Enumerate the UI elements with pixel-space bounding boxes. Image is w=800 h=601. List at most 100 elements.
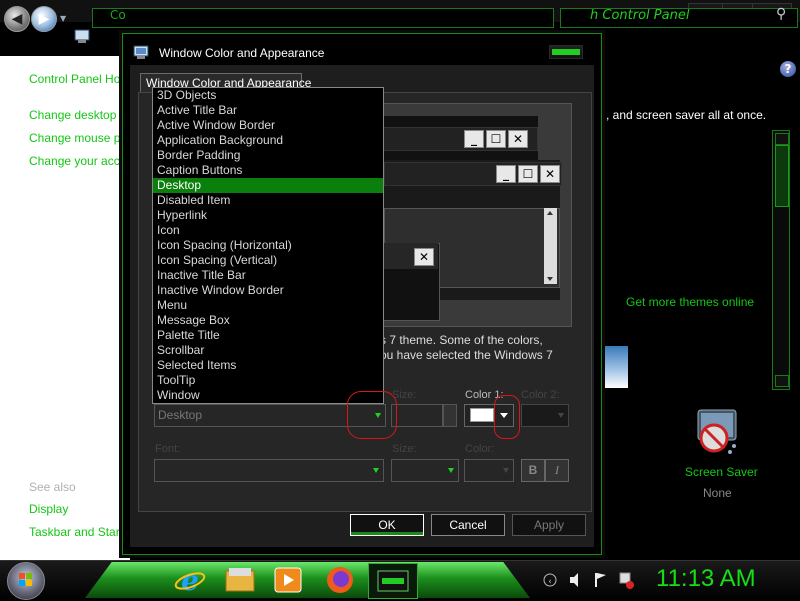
sidebar-link-account-picture[interactable]: Change your acco (29, 154, 126, 168)
chevron-down-icon (503, 467, 509, 473)
color2-picker-button[interactable] (521, 404, 569, 427)
forward-button[interactable]: ▶ (31, 6, 57, 32)
dropdown-item-icon-spacing-horizontal[interactable]: Icon Spacing (Horizontal) (153, 238, 383, 253)
system-tray: ‹ (543, 572, 634, 589)
personalization-description: , and screen saver all at once. (606, 108, 767, 122)
preview-message-titlebar: ✕ (382, 243, 438, 269)
chevron-down-icon (448, 467, 454, 473)
dropdown-item-scrollbar[interactable]: Scrollbar (153, 343, 383, 358)
taskbar-decoration (85, 562, 530, 598)
sidebar-link-desktop-icons[interactable]: Change desktop i (29, 108, 122, 122)
font-label: Font: (155, 443, 181, 455)
dropdown-item-selected-items[interactable]: Selected Items (153, 358, 383, 373)
screen-saver-label[interactable]: Screen Saver (685, 465, 758, 479)
get-more-themes-link[interactable]: Get more themes online (626, 295, 754, 309)
dropdown-item-palette-title[interactable]: Palette Title (153, 328, 383, 343)
sidebar-link-control-panel-home[interactable]: Control Panel Ho (29, 72, 120, 86)
dropdown-item-menu[interactable]: Menu (153, 298, 383, 313)
network-icon[interactable] (619, 572, 634, 589)
control-panel-icon (74, 29, 90, 43)
internet-explorer-icon[interactable]: e (174, 565, 206, 595)
annotation-circle-color-arrow (494, 395, 520, 439)
appearance-description: s 7 theme. Some of the colors, ou have s… (380, 333, 553, 363)
cancel-button[interactable]: Cancel (431, 514, 505, 536)
ok-button[interactable]: OK (350, 514, 424, 536)
address-text: Co (110, 8, 126, 22)
dropdown-item-3d-objects[interactable]: 3D Objects (153, 88, 383, 103)
preview-active-close-icon: ✕ (540, 165, 560, 183)
media-player-icon[interactable] (272, 565, 304, 595)
themes-list[interactable] (604, 130, 772, 390)
font-size-label: Size: (392, 443, 417, 455)
action-center-flag-icon[interactable] (595, 573, 606, 587)
help-icon[interactable]: ? (780, 61, 796, 77)
show-hidden-icons-icon[interactable]: ‹ (543, 573, 557, 587)
dropdown-item-inactive-window-border[interactable]: Inactive Window Border (153, 283, 383, 298)
preview-active-maximize-icon: ☐ (518, 165, 538, 183)
dropdown-item-border-padding[interactable]: Border Padding (153, 148, 383, 163)
annotation-circle-item-arrow (347, 391, 397, 439)
recent-pages-dropdown-icon[interactable]: ▼ (60, 14, 66, 23)
dropdown-item-disabled-item[interactable]: Disabled Item (153, 193, 383, 208)
taskbar-clock[interactable]: 11:13 AM (656, 565, 756, 593)
preview-message-close-icon: ✕ (414, 248, 434, 266)
description-line-2: ou have selected the Windows 7 (380, 348, 553, 362)
dialog-close-button[interactable] (549, 45, 583, 59)
font-size-select[interactable] (391, 459, 459, 482)
preview-active-minimize-icon: _ (496, 165, 516, 183)
color1-swatch (470, 408, 494, 422)
dropdown-item-active-window-border[interactable]: Active Window Border (153, 118, 383, 133)
see-also-heading: See also (29, 480, 76, 494)
back-button[interactable]: ◀ (4, 6, 30, 32)
dropdown-item-desktop[interactable]: Desktop (153, 178, 383, 193)
file-explorer-icon[interactable] (224, 565, 256, 595)
dropdown-item-hyperlink[interactable]: Hyperlink (153, 208, 383, 223)
font-color-select[interactable] (464, 459, 514, 482)
description-line-1: s 7 theme. Some of the colors, (380, 333, 543, 347)
dialog-app-icon (133, 45, 149, 59)
dropdown-item-tooltip[interactable]: ToolTip (153, 373, 383, 388)
dropdown-item-caption-buttons[interactable]: Caption Buttons (153, 163, 383, 178)
themes-scrollbar[interactable] (772, 130, 790, 390)
theme-thumbnail[interactable] (602, 346, 628, 388)
screen-saver-value: None (703, 486, 732, 500)
sidebar-link-taskbar[interactable]: Taskbar and Start (29, 525, 123, 539)
item-select-value: Desktop (158, 408, 203, 422)
bold-button[interactable]: B (521, 459, 545, 482)
font-color-label: Color: (465, 443, 495, 455)
italic-button[interactable]: I (545, 459, 569, 482)
color2-label: Color 2: (521, 389, 560, 401)
svg-text:‹: ‹ (548, 577, 552, 587)
dropdown-item-icon-spacing-vertical[interactable]: Icon Spacing (Vertical) (153, 253, 383, 268)
preview-inactive-titlebar: _ ☐ ✕ (372, 127, 538, 151)
item-size-input[interactable] (391, 404, 443, 427)
preview-active-titlebar: _ ☐ ✕ (384, 162, 562, 186)
preview-maximize-icon: ☐ (486, 130, 506, 148)
font-select[interactable] (154, 459, 384, 482)
preview-scrollbar (544, 208, 557, 284)
item-dropdown-list[interactable]: 3D Objects Active Title Bar Active Window … (152, 87, 384, 404)
dropdown-item-active-title-bar[interactable]: Active Title Bar (153, 103, 383, 118)
volume-icon[interactable] (570, 573, 578, 587)
apply-button[interactable]: Apply (512, 514, 586, 536)
dropdown-item-message-box[interactable]: Message Box (153, 313, 383, 328)
search-icon[interactable]: ⚲ (776, 6, 786, 22)
dropdown-item-inactive-title-bar[interactable]: Inactive Title Bar (153, 268, 383, 283)
windows-logo-icon (19, 573, 32, 586)
dialog-title: Window Color and Appearance (159, 46, 325, 60)
active-app-icon (377, 570, 409, 592)
address-bar[interactable] (92, 8, 554, 28)
firefox-icon[interactable] (324, 565, 356, 595)
screen-saver-icon[interactable] (692, 408, 742, 458)
search-placeholder: h Control Panel (590, 8, 690, 23)
svg-text:e: e (181, 565, 199, 595)
preview-close-icon: ✕ (508, 130, 528, 148)
active-app-button[interactable] (368, 563, 418, 599)
dropdown-item-icon[interactable]: Icon (153, 223, 383, 238)
dropdown-item-application-background[interactable]: Application Background (153, 133, 383, 148)
sidebar-link-mouse-pointers[interactable]: Change mouse po (29, 131, 127, 145)
item-size-spinner[interactable] (443, 404, 457, 427)
sidebar-link-display[interactable]: Display (29, 502, 68, 516)
chevron-down-icon (373, 467, 379, 473)
preview-minimize-icon: _ (464, 130, 484, 148)
